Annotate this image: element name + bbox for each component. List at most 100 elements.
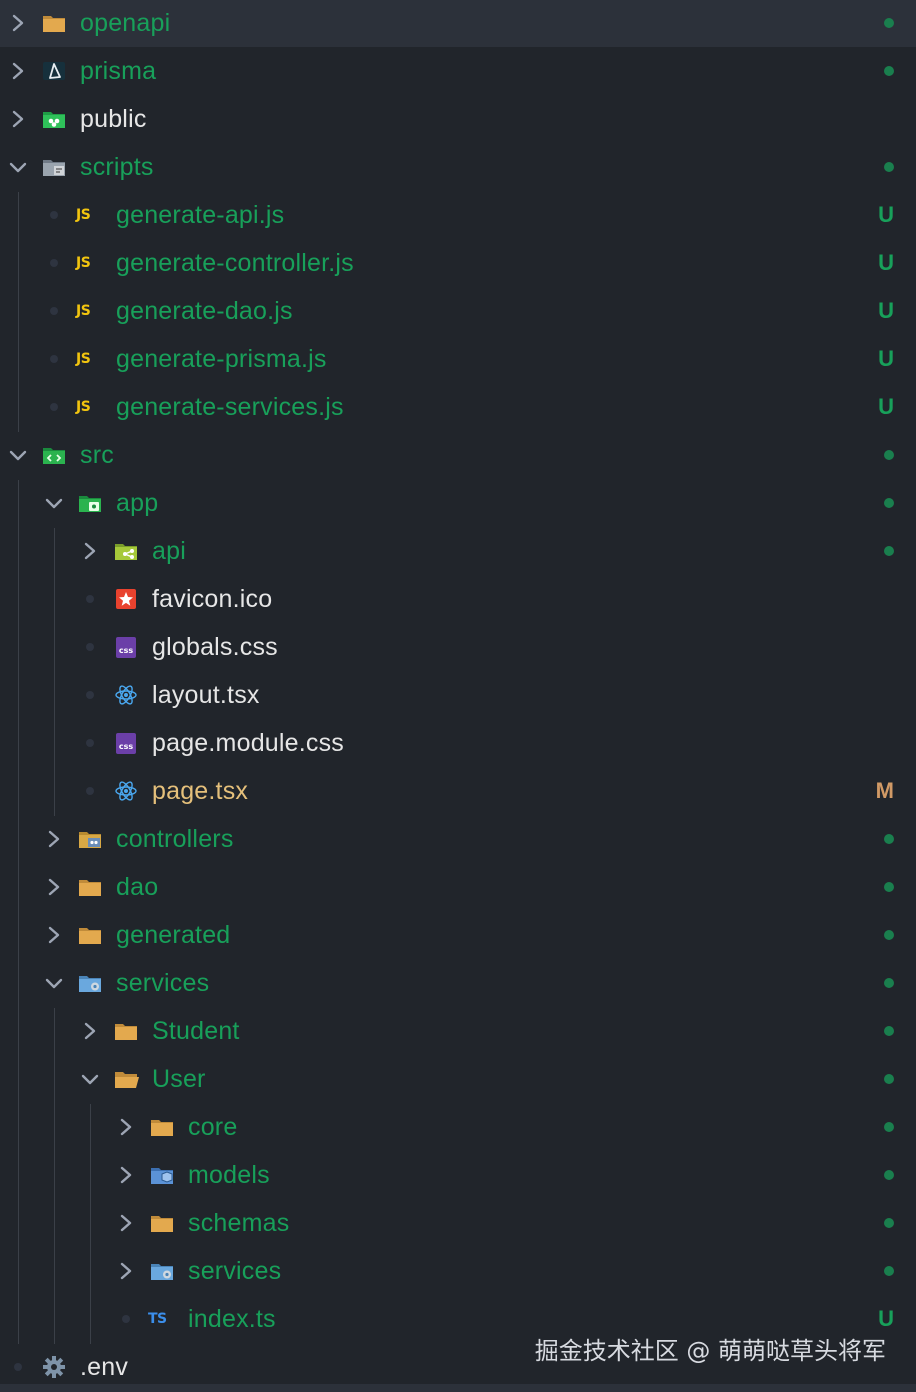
git-status-dot [884,1074,894,1084]
gear-icon [40,1353,68,1381]
tree-folder-openapi[interactable]: openapi [0,0,916,47]
chevron-down-icon[interactable] [80,1067,100,1091]
tree-folder-user[interactable]: User [0,1055,916,1103]
tree-folder-public[interactable]: public [0,95,916,143]
svg-text:css: css [119,742,134,751]
js-file-icon: JS [76,207,91,223]
chevron-right-icon[interactable] [116,1259,136,1283]
folder-icon [76,921,104,949]
api-folder-icon [112,537,140,565]
tree-file-generate-services-js[interactable]: JS generate-services.js U [0,383,916,431]
tree-folder-generated[interactable]: generated [0,911,916,959]
chevron-right-icon[interactable] [8,59,28,83]
file-bullet [122,1315,130,1323]
tree-item-label: Student [152,1017,240,1045]
tree-folder-core[interactable]: core [0,1103,916,1151]
file-bullet [14,1363,22,1371]
git-status-dot [884,1218,894,1228]
tree-item-label: public [80,105,147,133]
git-status-letter: U [878,1306,894,1331]
folder-icon [112,1017,140,1045]
tree-folder-prisma[interactable]: prisma [0,47,916,95]
chevron-right-icon[interactable] [8,11,28,35]
file-bullet [50,355,58,363]
chevron-down-icon[interactable] [44,491,64,515]
tree-folder-controllers[interactable]: controllers [0,815,916,863]
tree-folder-models[interactable]: models [0,1151,916,1199]
chevron-down-icon[interactable] [8,443,28,467]
favicon-file-icon [112,585,140,613]
chevron-right-icon[interactable] [8,107,28,131]
scripts-folder-icon [40,153,68,181]
tree-folder-services[interactable]: services [0,959,916,1007]
app-folder-icon [76,489,104,517]
tree-file-generate-dao-js[interactable]: JS generate-dao.js U [0,287,916,335]
tree-folder-dao[interactable]: dao [0,863,916,911]
tree-item-label: page.tsx [152,777,249,805]
chevron-right-icon[interactable] [44,827,64,851]
tree-file-generate-controller-js[interactable]: JS generate-controller.js U [0,239,916,287]
tree-item-label: generated [116,921,231,949]
svg-text:css: css [119,646,134,655]
js-file-icon: JS [76,399,91,415]
services-folder-icon [76,969,104,997]
tree-folder-schemas[interactable]: schemas [0,1199,916,1247]
tree-item-label: openapi [80,9,171,37]
css-file-icon: css [112,633,140,661]
git-status-dot [884,1266,894,1276]
tree-item-label: generate-api.js [116,201,285,229]
tree-file-page-tsx[interactable]: page.tsx M [0,767,916,815]
file-explorer-tree: openapi prisma public scripts JS generate-api… [0,0,916,1392]
chevron-right-icon[interactable] [44,923,64,947]
tree-item-label: .env [80,1353,129,1381]
tree-item-label: controllers [116,825,234,853]
tree-file-favicon-ico[interactable]: favicon.ico [0,575,916,623]
git-status-dot [884,1026,894,1036]
file-bullet [50,403,58,411]
tree-item-label: favicon.ico [152,585,273,613]
tree-item-label: generate-dao.js [116,297,293,325]
tree-folder-src[interactable]: src [0,431,916,479]
tree-item-label: layout.tsx [152,681,260,709]
tree-item-label: generate-services.js [116,393,344,421]
tree-item-label: prisma [80,57,157,85]
chevron-right-icon[interactable] [80,1019,100,1043]
tree-item-label: app [116,489,159,517]
git-status-dot [884,882,894,892]
tree-item-label: generate-prisma.js [116,345,327,373]
tree-file-page-module-css[interactable]: css page.module.css [0,719,916,767]
chevron-down-icon[interactable] [8,155,28,179]
css-file-icon: css [112,729,140,757]
js-file-icon: JS [76,303,91,319]
tree-item-label: page.module.css [152,729,345,757]
tree-file-generate-api-js[interactable]: JS generate-api.js U [0,191,916,239]
chevron-right-icon[interactable] [116,1115,136,1139]
git-status-letter: U [878,346,894,371]
tree-folder-app[interactable]: app [0,479,916,527]
tree-folder-api[interactable]: api [0,527,916,575]
tree-item-label: generate-controller.js [116,249,354,277]
chevron-right-icon[interactable] [116,1211,136,1235]
chevron-down-icon[interactable] [44,971,64,995]
git-status-dot [884,1122,894,1132]
chevron-right-icon[interactable] [116,1163,136,1187]
js-file-icon: JS [76,351,91,367]
file-bullet [50,259,58,267]
tree-folder-services[interactable]: services [0,1247,916,1295]
chevron-right-icon[interactable] [44,875,64,899]
tree-folder-scripts[interactable]: scripts [0,143,916,191]
services-folder-icon [148,1257,176,1285]
tree-file-layout-tsx[interactable]: layout.tsx [0,671,916,719]
tree-folder-student[interactable]: Student [0,1007,916,1055]
file-bullet [86,595,94,603]
folder-icon [76,873,104,901]
bottom-edge [0,1384,916,1392]
chevron-right-icon[interactable] [80,539,100,563]
tree-file-generate-prisma-js[interactable]: JS generate-prisma.js U [0,335,916,383]
folder-icon [40,9,68,37]
tree-file-globals-css[interactable]: css globals.css [0,623,916,671]
react-file-icon [112,777,140,805]
file-bullet [50,307,58,315]
file-bullet [50,211,58,219]
tree-item-label: src [80,441,114,469]
